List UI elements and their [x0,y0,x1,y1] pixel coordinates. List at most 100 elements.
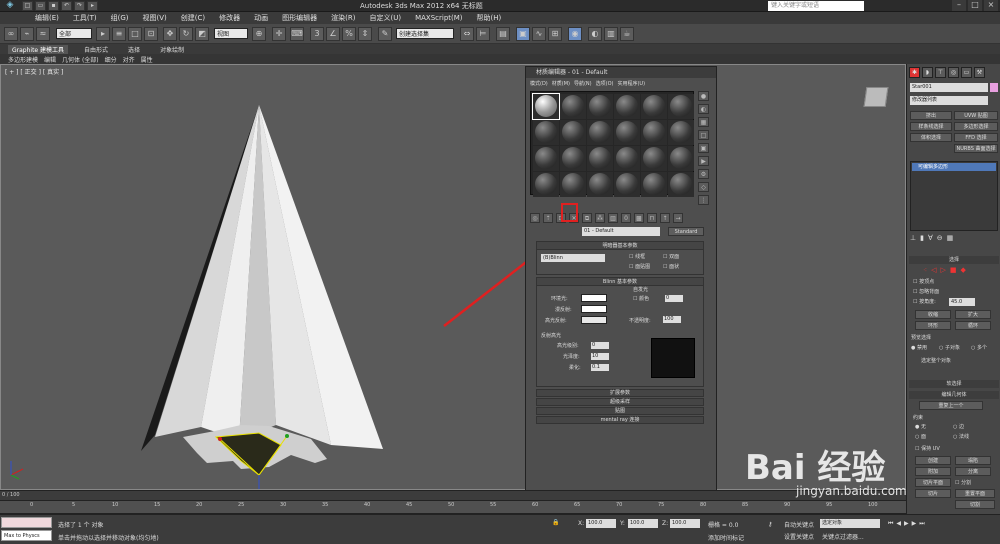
material-sample-slot[interactable] [587,120,613,145]
reference-coord-select[interactable]: 视图 [214,28,248,39]
by-angle-checkbox[interactable]: ☐ 按角度: [913,298,936,305]
rendered-frame-icon[interactable]: ▥ [604,27,618,41]
nurbs-select-button[interactable]: NURBS 曲面选择 [954,144,998,153]
poly-select-button[interactable]: 多边形选择 [954,122,998,131]
tab-selection[interactable]: 选择 [124,45,144,54]
time-slider[interactable]: 0 / 100 [0,490,906,500]
hierarchy-tab-icon[interactable]: ⊤ [935,67,946,78]
ribbon-polygon-modeling[interactable]: 多边形建模 [8,55,38,64]
ribbon-properties[interactable]: 属性 [141,55,153,64]
make-preview-icon[interactable]: ▶ [698,156,709,166]
menu-group[interactable]: 组(G) [104,13,136,23]
menu-views[interactable]: 视图(V) [136,13,174,23]
put-to-library-icon[interactable]: ▥ [608,213,618,223]
ribbon-align[interactable]: 对齐 [123,55,135,64]
menu-graph-editors[interactable]: 图形编辑器 [275,13,324,23]
show-end-result-icon[interactable]: ⊓ [647,213,657,223]
angle-snap-icon[interactable]: ∠ [326,27,340,41]
material-sample-slot[interactable] [560,146,586,171]
show-end-result-stack-icon[interactable]: ▮ [920,234,924,244]
keyboard-shortcut-icon[interactable]: ⌨ [290,27,304,41]
ignore-backfacing-checkbox[interactable]: ☐ 忽略背面 [913,288,939,295]
ring-button[interactable]: 环形 [915,321,951,330]
make-unique-stack-icon[interactable]: ∀ [928,234,933,244]
material-sample-slot[interactable] [641,94,667,119]
me-menu-options[interactable]: 选项(O) [596,80,614,89]
percent-snap-icon[interactable]: % [342,27,356,41]
spinner-snap-icon[interactable]: ⇕ [358,27,372,41]
by-vertex-checkbox[interactable]: ☐ 按顶点 [913,278,934,285]
menu-customize[interactable]: 自定义(U) [362,13,408,23]
z-coord-input[interactable]: 100.0 [670,519,700,528]
save-icon[interactable]: ▪ [48,1,59,11]
make-unique-icon[interactable]: ⁂ [595,213,605,223]
go-to-parent-icon[interactable]: ↑ [660,213,670,223]
options-icon[interactable]: ⚙ [698,169,709,179]
open-file-icon[interactable]: ▭ [35,1,46,11]
project-folder-icon[interactable]: ▸ [87,1,98,11]
selection-rollout-head[interactable]: 选择 [909,256,999,264]
ambient-swatch[interactable] [581,294,607,302]
constraint-face-radio[interactable]: ○ 面 [915,433,926,440]
create-tab-icon[interactable]: ✱ [909,67,920,78]
loop-button[interactable]: 循环 [955,321,991,330]
material-sample-slot[interactable] [560,120,586,145]
me-menu-material[interactable]: 材质(M) [552,80,570,89]
material-sample-slot[interactable] [614,94,640,119]
menu-animation[interactable]: 动画 [247,13,275,23]
material-sample-slot[interactable] [641,146,667,171]
vol-select-button[interactable]: 体积选择 [910,133,952,142]
material-name-input[interactable]: 01 - Default [582,227,660,236]
material-sample-slot[interactable] [668,172,694,197]
spline-select-button[interactable]: 样条线选择 [910,122,952,131]
supersampling-rollout[interactable]: 超级采样 [536,398,704,406]
selection-filter-select[interactable]: 全部 [56,28,92,39]
object-color-swatch[interactable] [990,83,998,92]
material-sample-slot[interactable] [533,172,559,197]
glossiness-spinner[interactable]: 10 [591,353,609,360]
material-sample-slot[interactable] [641,172,667,197]
menu-rendering[interactable]: 渲染(R) [324,13,362,23]
named-selection-select[interactable]: 创建选择集 [396,28,454,39]
curve-editor-icon[interactable]: ∿ [532,27,546,41]
create-button[interactable]: 创建 [915,456,951,465]
select-rotate-icon[interactable]: ↻ [179,27,193,41]
key-icon[interactable]: ⚷ [768,521,772,528]
material-sample-slot[interactable] [614,120,640,145]
shader-rollout-head[interactable]: 明暗器基本参数 [537,242,703,250]
maxscript-mini-listener[interactable]: Max to Physcs [1,530,52,541]
remove-modifier-icon[interactable]: ⊖ [937,234,943,244]
material-sample-slot[interactable] [614,172,640,197]
pivot-center-icon[interactable]: ⊕ [252,27,266,41]
me-menu-navigation[interactable]: 导航(N) [574,80,592,89]
select-manipulate-icon[interactable]: ✛ [272,27,286,41]
tab-object-paint[interactable]: 对象绘制 [156,45,188,54]
tab-freeform[interactable]: 自由形式 [80,45,112,54]
schematic-view-icon[interactable]: ⊞ [548,27,562,41]
select-by-material-icon[interactable]: ◇ [698,182,709,192]
constraint-none-radio[interactable]: ● 无 [915,423,926,430]
slice-plane-button[interactable]: 切片平面 [915,478,951,487]
menu-tools[interactable]: 工具(T) [66,13,104,23]
put-to-scene-icon[interactable]: ⇡ [543,213,553,223]
auto-key-button[interactable]: 自动关键点 [784,520,814,529]
undo-icon[interactable]: ↶ [61,1,72,11]
material-sample-slot[interactable] [533,146,559,171]
angle-spinner[interactable]: 45.0 [949,298,975,306]
sample-type-icon[interactable]: ● [698,91,709,101]
material-sample-slot[interactable] [560,94,586,119]
ribbon-geometry[interactable]: 几何体 (全部) [62,55,99,64]
unlink-icon[interactable]: ⌁ [20,27,34,41]
pin-stack-icon[interactable]: ⊥ [910,234,916,244]
menu-edit[interactable]: 编辑(E) [28,13,66,23]
maximize-icon[interactable]: □ [968,0,982,11]
track-bar[interactable]: 0 5 10 15 20 25 30 35 40 45 50 55 60 65 … [0,500,906,514]
backlight-icon[interactable]: ◐ [698,104,709,114]
face-map-checkbox[interactable]: ☐ 面贴图 [629,263,650,270]
material-sample-slot[interactable] [641,120,667,145]
minimize-icon[interactable]: – [952,0,966,11]
app-logo-icon[interactable]: ◈ [1,0,19,12]
two-sided-checkbox[interactable]: ☐ 双面 [663,253,679,260]
uvw-map-button[interactable]: UVW 贴图 [954,111,998,120]
add-time-tag[interactable]: 添加时间标记 [708,533,744,542]
